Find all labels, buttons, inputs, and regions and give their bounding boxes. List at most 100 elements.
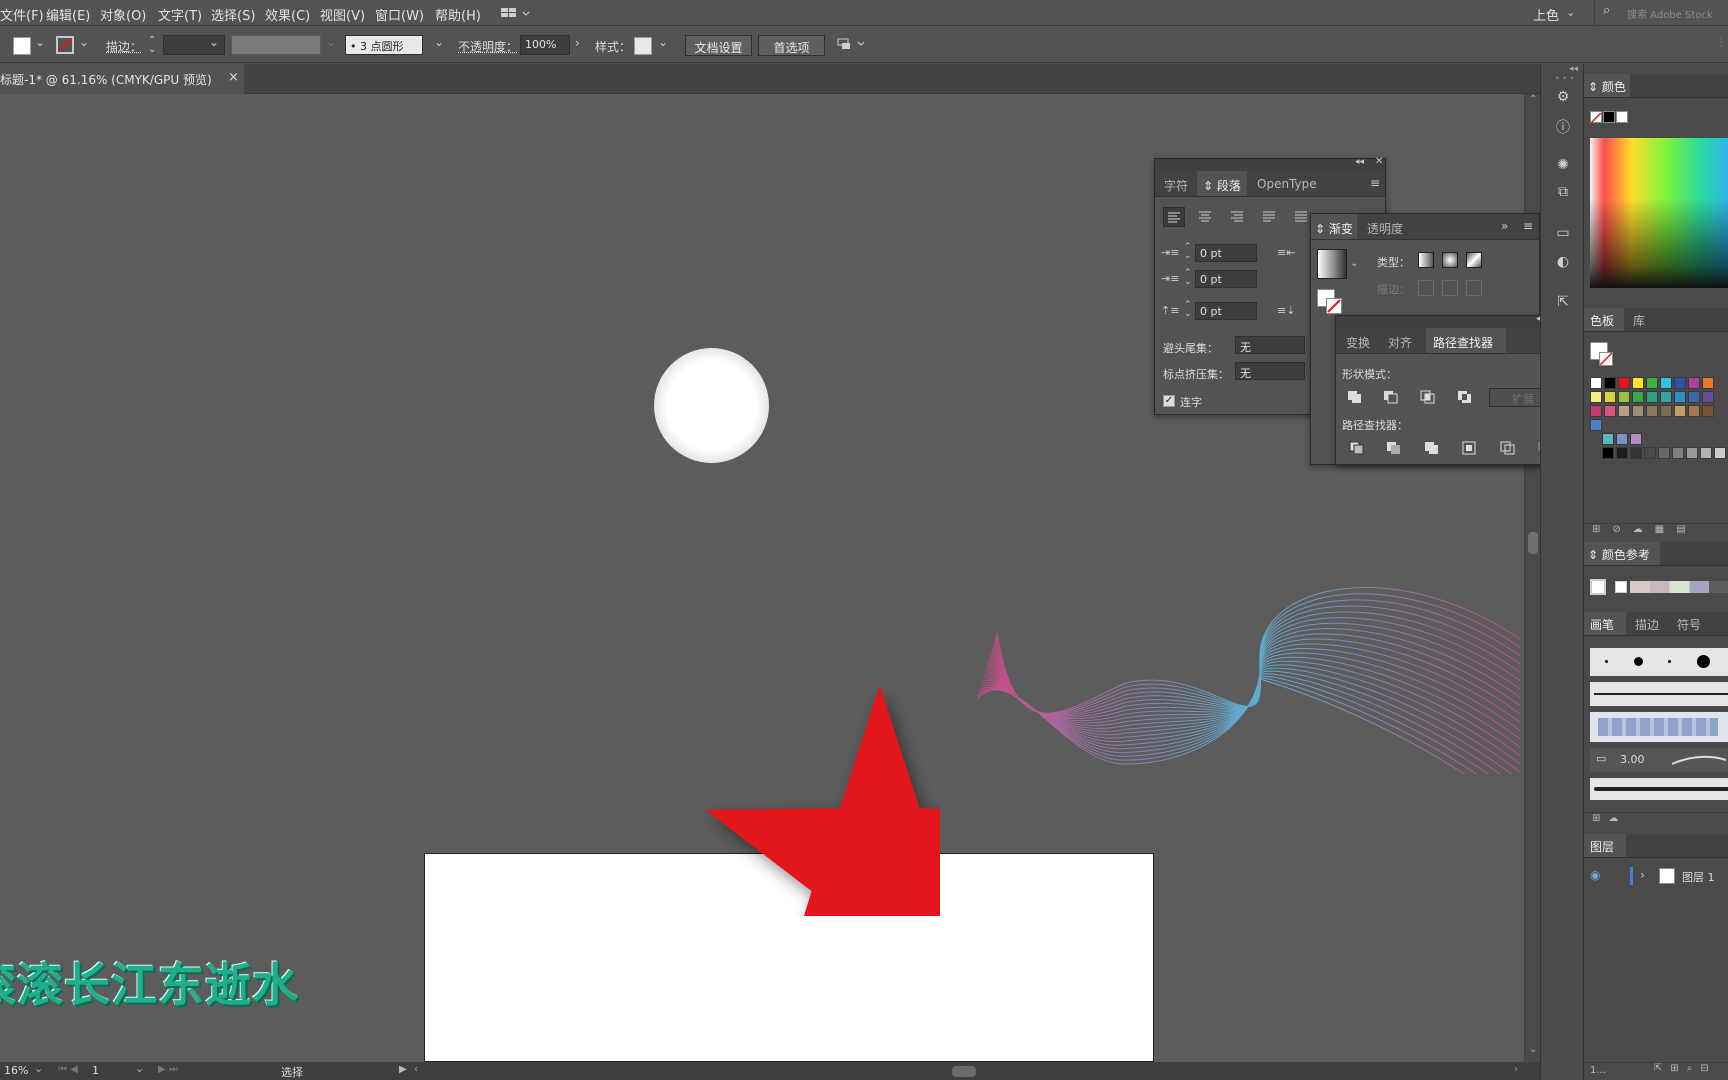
menu-file[interactable]: 文件(F) (0, 5, 44, 24)
align-right-button[interactable] (1227, 207, 1247, 228)
graphic-style-swatch[interactable] (634, 37, 652, 55)
close-icon[interactable]: × (228, 70, 239, 85)
panel-menu-icon[interactable]: ≡ (1523, 219, 1533, 233)
align-options-button[interactable] (836, 35, 868, 55)
color-swatch[interactable] (1660, 405, 1672, 417)
brush-panel-footer[interactable]: ⊞☁ (1584, 812, 1728, 826)
color-swatch[interactable] (1602, 447, 1614, 459)
expand-panel-icon[interactable]: » (1501, 219, 1508, 233)
collapse-icon[interactable]: ◂◂ (1355, 157, 1364, 167)
color-swatch[interactable] (1616, 447, 1628, 459)
color-swatch[interactable] (1646, 405, 1658, 417)
tab-symbols[interactable]: 符号 (1668, 612, 1710, 635)
layer-name[interactable]: 图层 1 (1682, 869, 1715, 885)
guide-white-swatch[interactable] (1615, 581, 1627, 593)
left-indent-field[interactable]: 0 pt (1195, 244, 1257, 262)
tab-transform[interactable]: 变换 (1336, 328, 1378, 353)
charcoal-brush-row[interactable] (1590, 778, 1728, 800)
divide-button[interactable] (1348, 440, 1366, 459)
menu-edit[interactable]: 编辑(E) (46, 5, 90, 24)
menu-effect[interactable]: 效果(C) (265, 5, 310, 24)
tab-pathfinder[interactable]: 路径查找器 (1426, 328, 1506, 353)
stroke-along-button[interactable] (1442, 280, 1458, 296)
scroll-up-icon[interactable]: ⌃ (1529, 94, 1537, 105)
layer-row[interactable]: ◉ › 图层 1 (1584, 865, 1728, 887)
brush-dot-large[interactable] (1697, 655, 1710, 668)
scroll-left-icon[interactable]: ‹ (414, 1064, 418, 1075)
document-tab[interactable]: 标题-1* @ 61.16% (CMYK/GPU 预览) × (0, 64, 244, 94)
close-icon[interactable]: ✕ (1375, 156, 1383, 167)
menu-select[interactable]: 选择(S) (211, 5, 255, 24)
color-swatch[interactable] (1672, 447, 1684, 459)
chevron-down-icon[interactable]: ⌄ (135, 1062, 144, 1075)
color-swatch[interactable] (1714, 447, 1726, 459)
opacity-label[interactable]: 不透明度： (458, 38, 518, 55)
glow-circle[interactable] (654, 348, 769, 463)
tab-layers[interactable]: 图层 (1584, 834, 1626, 857)
color-swatch[interactable] (1604, 391, 1616, 403)
ligature-checkbox[interactable]: ✓ (1163, 395, 1175, 407)
charcoal-brush[interactable] (1594, 787, 1728, 791)
chevron-right-icon[interactable]: › (575, 36, 580, 50)
space-before-field[interactable]: 0 pt (1195, 302, 1257, 320)
color-swatch[interactable] (1702, 377, 1714, 389)
freeform-gradient-button[interactable] (1466, 252, 1482, 268)
zoom-level[interactable]: 16% (4, 1064, 28, 1077)
intersect-button[interactable] (1419, 389, 1437, 408)
menu-window[interactable]: 窗口(W) (375, 5, 424, 24)
radial-gradient-button[interactable] (1442, 252, 1458, 268)
color-swatch[interactable] (1590, 391, 1602, 403)
stock-search-input[interactable]: 搜索 Adobe Stock (1627, 6, 1713, 21)
color-swatch[interactable] (1658, 447, 1670, 459)
chevron-down-icon[interactable]: ⌄ (1350, 258, 1358, 269)
brush-dot-tiny[interactable] (1668, 660, 1671, 663)
color-swatch[interactable] (1632, 377, 1644, 389)
space-stepper[interactable]: ⌃ ⌄ (1184, 301, 1192, 319)
tab-color-guide[interactable]: ⇕ 颜色参考 (1584, 542, 1660, 565)
variable-width-profile[interactable] (231, 35, 321, 55)
h-scroll-thumb[interactable] (952, 1066, 976, 1077)
align-left-button[interactable] (1163, 207, 1185, 227)
panel-menu-icon[interactable]: ≡ (1370, 176, 1380, 190)
menu-help[interactable]: 帮助(H) (435, 5, 481, 24)
appearance-icon[interactable]: ✺ (1553, 157, 1573, 177)
stroke-weight-stepper[interactable]: ⌃ ⌄ (148, 36, 156, 55)
artwork-text[interactable]: 滚滚长江东逝水 (0, 949, 299, 1015)
color-swatch[interactable] (1618, 405, 1630, 417)
preferences-button[interactable]: 首选项 (758, 35, 825, 56)
first-line-indent-field[interactable]: 0 pt (1195, 270, 1257, 288)
red-star[interactable] (620, 606, 940, 916)
page-number[interactable]: 1 (92, 1064, 99, 1077)
tab-paragraph[interactable]: ⇕ 段落 (1197, 171, 1247, 196)
scroll-down-icon[interactable]: ⌄ (1529, 1044, 1537, 1055)
color-swatch[interactable] (1660, 391, 1672, 403)
color-swatch[interactable] (1616, 433, 1628, 445)
color-swatch[interactable] (1686, 447, 1698, 459)
color-swatch[interactable] (1688, 391, 1700, 403)
align-center-button[interactable] (1195, 207, 1215, 228)
tab-opentype[interactable]: OpenType (1247, 171, 1327, 196)
justify-all-button[interactable] (1291, 207, 1311, 228)
color-spectrum[interactable] (1590, 138, 1728, 288)
merge-button[interactable] (1423, 440, 1441, 459)
info-icon[interactable]: ⓘ (1553, 117, 1573, 137)
menu-object[interactable]: 对象(O) (100, 5, 146, 24)
stroke-across-button[interactable] (1466, 280, 1482, 296)
export-icon[interactable]: ⇱ (1553, 294, 1573, 314)
gradient-preview-swatch[interactable] (1317, 249, 1347, 279)
arrange-documents-button[interactable] (500, 5, 530, 21)
color-swatch[interactable] (1630, 433, 1642, 445)
stroke-indicator[interactable] (1326, 298, 1342, 314)
white-swatch[interactable] (1616, 111, 1628, 123)
chevron-down-icon[interactable]: ⌄ (34, 1062, 43, 1075)
layers-footer-icons[interactable]: ⇱⊞⌕⊟ (1654, 1063, 1717, 1074)
chevron-right-icon[interactable]: › (1640, 868, 1645, 882)
outline-button[interactable] (1499, 440, 1517, 459)
first-page-icon[interactable]: ⏮ ◀ (58, 1064, 78, 1075)
color-swatch[interactable] (1688, 377, 1700, 389)
color-swatch[interactable] (1618, 391, 1630, 403)
stock-search[interactable]: ⌕ 搜索 Adobe Stock (1594, 0, 1728, 25)
color-swatch[interactable] (1590, 405, 1602, 417)
tab-libraries[interactable]: 库 (1624, 308, 1664, 331)
color-swatch[interactable] (1630, 447, 1642, 459)
